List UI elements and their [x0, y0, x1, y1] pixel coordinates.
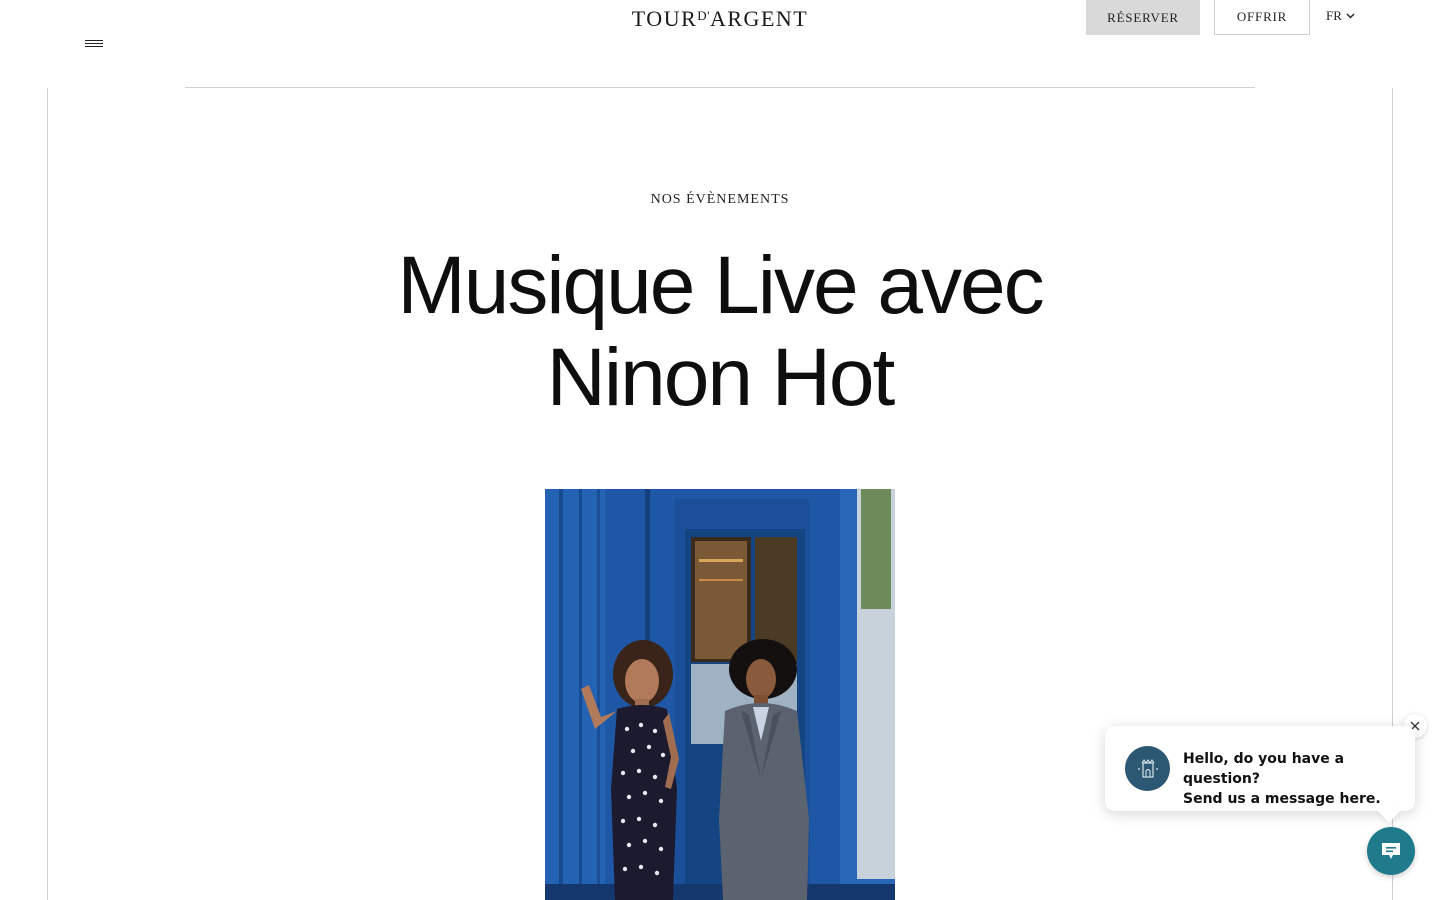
offer-button[interactable]: OFFRIR: [1214, 0, 1310, 35]
hamburger-menu-icon[interactable]: [84, 38, 104, 50]
event-title-line-1: Musique Live avec: [397, 240, 1044, 331]
chat-prompt-bubble[interactable]: Hello, do you have a question? Send us a…: [1105, 726, 1415, 811]
event-title: Musique Live avec Ninon Hot: [370, 240, 1070, 424]
language-label: FR: [1326, 8, 1342, 23]
content-frame-left: [47, 88, 48, 900]
chevron-down-icon: [1346, 13, 1355, 19]
logo-text-small: D': [697, 8, 710, 23]
chat-launcher-button[interactable]: [1367, 827, 1415, 875]
chat-message-line-2: Send us a message here.: [1183, 791, 1381, 807]
chat-message-line-1: Hello, do you have a question?: [1183, 751, 1345, 787]
logo-text-main: TOUR: [631, 6, 698, 31]
chat-avatar: [1125, 746, 1170, 791]
logo-text-end: ARGENT: [710, 6, 809, 31]
event-photo: [545, 489, 895, 900]
chat-message: Hello, do you have a question? Send us a…: [1183, 749, 1403, 809]
event-photo-illustration: [545, 489, 895, 900]
site-header: TOUR D' ARGENT RÉSERVER OFFRIR FR: [0, 0, 1440, 88]
tower-crest-icon: [1137, 758, 1158, 778]
language-selector[interactable]: FR: [1326, 8, 1355, 24]
section-eyebrow: NOS ÉVÈNEMENTS: [650, 192, 790, 207]
header-divider: [185, 87, 1255, 88]
site-logo[interactable]: TOUR D' ARGENT: [620, 6, 820, 36]
event-title-line-2: Ninon Hot: [546, 332, 896, 423]
reserve-button[interactable]: RÉSERVER: [1086, 0, 1200, 35]
chat-icon: [1382, 843, 1400, 859]
